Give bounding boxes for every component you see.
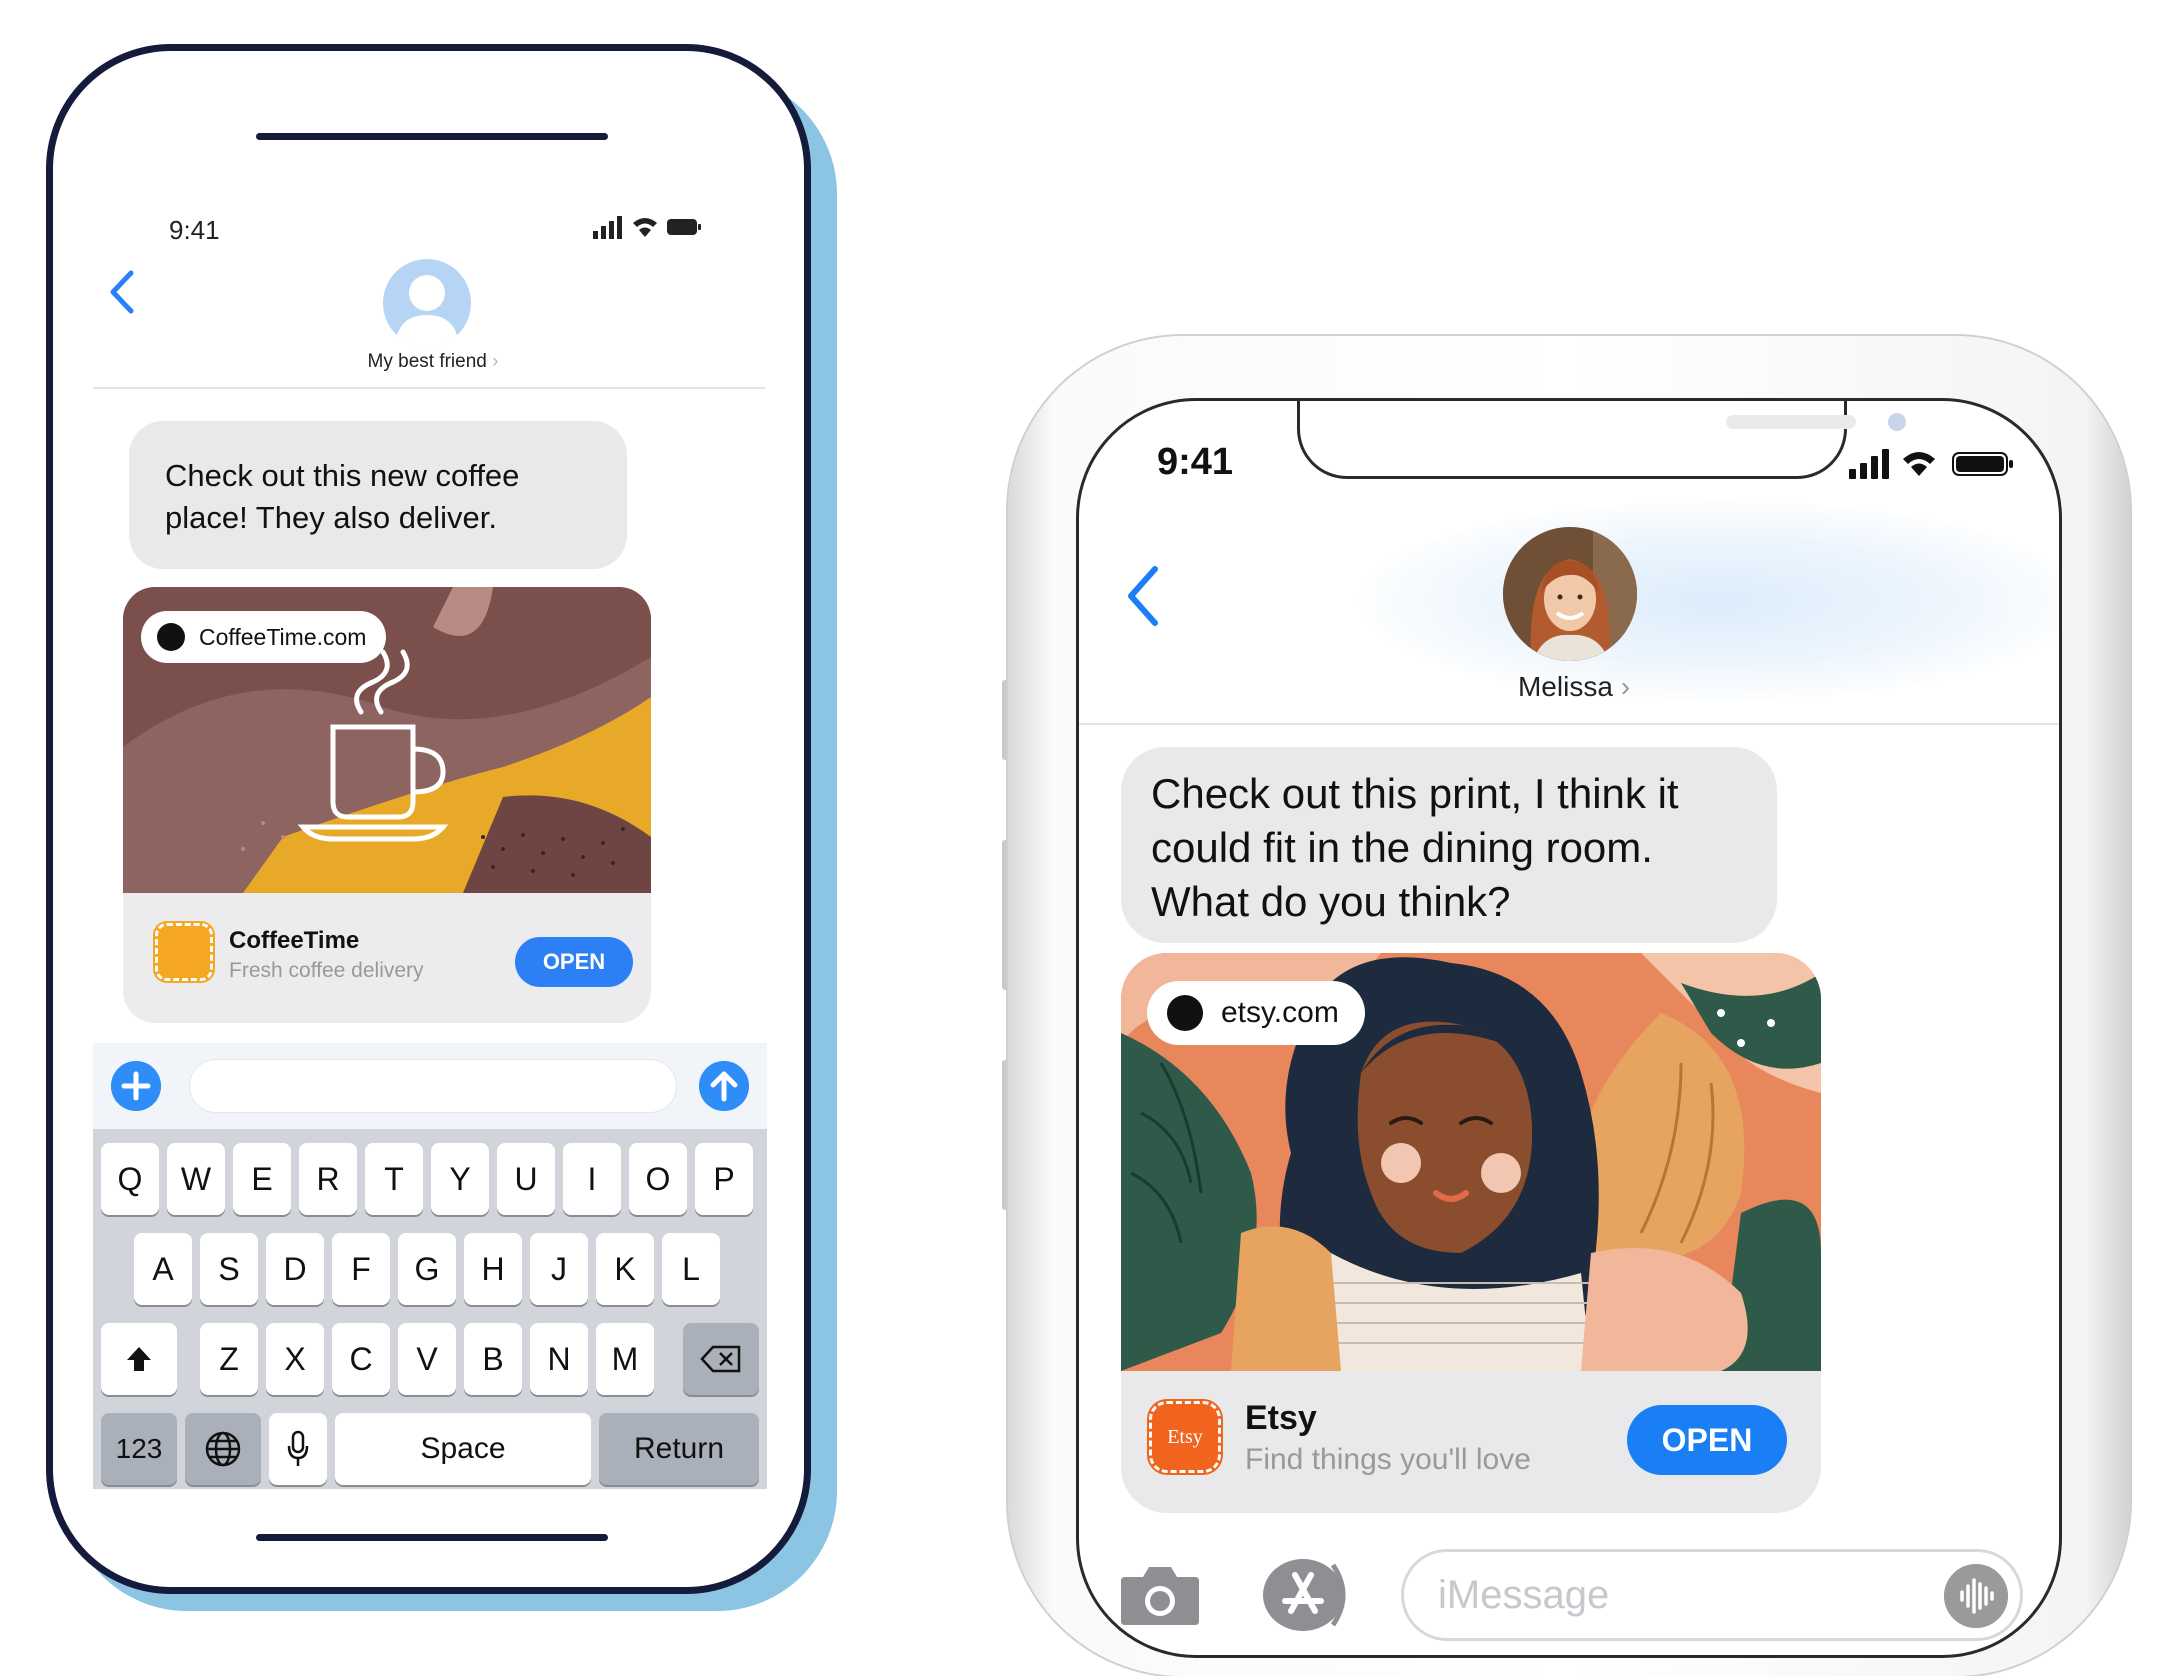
key-l[interactable]: L	[662, 1233, 720, 1305]
contact-name-label: My best friend	[367, 351, 487, 372]
key-j[interactable]: J	[530, 1233, 588, 1305]
shift-arrow-icon	[127, 1347, 151, 1371]
key-q[interactable]: Q	[101, 1143, 159, 1215]
message-input-bar	[93, 1043, 767, 1129]
globe-icon	[205, 1431, 241, 1467]
chevron-right-icon: ›	[1620, 671, 1631, 702]
keyboard: Q W E R T Y U I O P A S D F G H J K L Z …	[93, 1129, 767, 1489]
contact-name-label: Melissa	[1517, 671, 1613, 702]
message-bubble: Check out this new coffee place! They al…	[129, 421, 627, 569]
key-e[interactable]: E	[233, 1143, 291, 1215]
person-icon	[395, 275, 459, 347]
key-w[interactable]: W	[167, 1143, 225, 1215]
key-p[interactable]: P	[695, 1143, 753, 1215]
key-k[interactable]: K	[596, 1233, 654, 1305]
key-f[interactable]: F	[332, 1233, 390, 1305]
key-g[interactable]: G	[398, 1233, 456, 1305]
app-subtitle: Fresh coffee delivery	[229, 959, 424, 982]
app-store-icon[interactable]	[1261, 1557, 1357, 1633]
space-key[interactable]: Space	[335, 1413, 591, 1485]
key-u[interactable]: U	[497, 1143, 555, 1215]
coffeetime-app-icon	[155, 923, 213, 981]
send-arrow-icon[interactable]	[699, 1061, 749, 1111]
compass-icon	[157, 623, 185, 651]
contact-name[interactable]: Melissa ›	[1459, 671, 1689, 703]
imessage-placeholder: iMessage	[1438, 1573, 1610, 1617]
status-icons	[1849, 449, 2013, 479]
key-c[interactable]: C	[332, 1323, 390, 1395]
key-y[interactable]: Y	[431, 1143, 489, 1215]
key-d[interactable]: D	[266, 1233, 324, 1305]
link-preview-card[interactable]: CoffeeTime.com CoffeeTime Fresh coffee d…	[123, 587, 651, 1023]
key-o[interactable]: O	[629, 1143, 687, 1215]
imessage-input[interactable]: iMessage	[1401, 1549, 2023, 1641]
return-key[interactable]: Return	[599, 1413, 759, 1485]
right-phone-screen: 9:41 Melissa › Check out this print, I t…	[1076, 398, 2062, 1658]
shift-key[interactable]	[101, 1323, 177, 1395]
key-v[interactable]: V	[398, 1323, 456, 1395]
audio-waveform-icon[interactable]	[1944, 1564, 2008, 1628]
globe-key[interactable]	[185, 1413, 261, 1485]
link-url-pill[interactable]: etsy.com	[1147, 981, 1365, 1045]
open-app-button[interactable]: OPEN	[1627, 1405, 1787, 1475]
plus-icon[interactable]	[111, 1061, 161, 1111]
key-z[interactable]: Z	[200, 1323, 258, 1395]
contact-avatar-photo[interactable]	[1503, 527, 1637, 661]
app-subtitle: Find things you'll love	[1245, 1443, 1531, 1476]
key-m[interactable]: M	[596, 1323, 654, 1395]
contact-avatar[interactable]	[383, 259, 471, 347]
back-chevron-icon[interactable]	[1119, 561, 1169, 631]
compass-icon	[1167, 995, 1203, 1031]
header-divider	[93, 387, 765, 389]
link-preview-card[interactable]: etsy.com Etsy Etsy Find things you'll lo…	[1121, 953, 1821, 1513]
notch	[1297, 401, 1906, 479]
camera-icon[interactable]	[1119, 1563, 1201, 1627]
key-b[interactable]: B	[464, 1323, 522, 1395]
back-chevron-icon[interactable]	[103, 267, 143, 317]
dictation-key[interactable]	[269, 1413, 327, 1485]
speaker-grille	[1726, 415, 1856, 429]
link-domain: etsy.com	[1221, 996, 1339, 1029]
key-n[interactable]: N	[530, 1323, 588, 1395]
etsy-app-icon: Etsy	[1149, 1401, 1221, 1473]
top-bar-decoration	[256, 133, 608, 140]
chevron-right-icon: ›	[492, 351, 499, 372]
link-domain: CoffeeTime.com	[199, 624, 367, 650]
key-s[interactable]: S	[200, 1233, 258, 1305]
message-input[interactable]	[189, 1059, 677, 1113]
open-app-button[interactable]: OPEN	[515, 937, 633, 987]
key-r[interactable]: R	[299, 1143, 357, 1215]
app-name: Etsy	[1245, 1399, 1317, 1437]
status-time: 9:41	[1157, 441, 1234, 483]
link-url-pill[interactable]: CoffeeTime.com	[141, 611, 387, 663]
status-icons	[593, 216, 701, 239]
app-name: CoffeeTime	[229, 927, 360, 954]
backspace-icon	[700, 1345, 741, 1373]
microphone-icon	[287, 1430, 309, 1466]
numbers-key[interactable]: 123	[101, 1413, 177, 1485]
home-indicator	[256, 1534, 608, 1541]
message-bubble: Check out this print, I think it could f…	[1121, 747, 1777, 943]
key-t[interactable]: T	[365, 1143, 423, 1215]
key-a[interactable]: A	[134, 1233, 192, 1305]
avatar-portrait	[1503, 527, 1637, 661]
left-phone: 9:41 My best friend › Check out this new…	[46, 44, 811, 1594]
key-x[interactable]: X	[266, 1323, 324, 1395]
key-h[interactable]: H	[464, 1233, 522, 1305]
delete-key[interactable]	[683, 1323, 759, 1395]
status-time: 9:41	[169, 215, 220, 245]
header-divider	[1079, 723, 2059, 725]
key-i[interactable]: I	[563, 1143, 621, 1215]
front-camera	[1888, 413, 1906, 431]
contact-name[interactable]: My best friend ›	[303, 351, 563, 373]
